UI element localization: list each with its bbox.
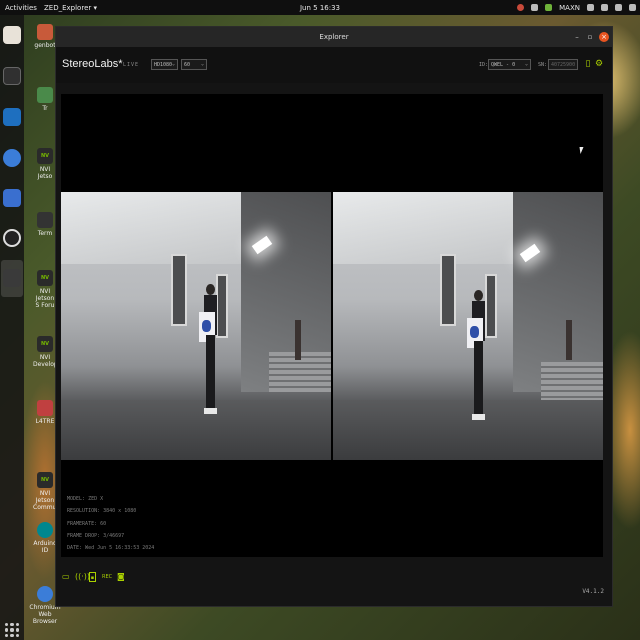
info-resolution: RESOLUTION: 3840 x 1080 — [67, 508, 137, 515]
desktop-icon[interactable]: genbot — [33, 24, 57, 49]
info-model: MODEL: ZED X — [67, 496, 104, 502]
maximize-button[interactable]: ▫ — [585, 32, 595, 42]
camera-info: MODEL: ZED X RESOLUTION: 3840 x 1080 FRA… — [67, 493, 154, 554]
record-indicator-icon[interactable] — [517, 4, 525, 11]
terminal-icon[interactable] — [3, 67, 21, 85]
obs-icon[interactable] — [3, 229, 21, 247]
nvidia-icon: NV — [37, 270, 53, 286]
power-mode-label[interactable]: MAXN — [559, 4, 580, 12]
trash-icon — [37, 87, 53, 103]
stereolabs-logo: StereoLabs* — [62, 58, 123, 70]
power-icon[interactable] — [629, 4, 636, 11]
desktop-icon[interactable]: Tr — [33, 87, 57, 112]
app-menu[interactable]: ZED_Explorer ▾ — [44, 4, 97, 12]
version-label: V4.1.2 — [582, 588, 604, 595]
sn-label: SN: — [538, 62, 548, 68]
left-camera-image — [61, 192, 331, 460]
desktop-icon[interactable]: NV NVI Jetson S Foru — [33, 270, 57, 309]
chevron-down-icon: ⌄ — [524, 61, 528, 67]
show-apps-icon[interactable] — [5, 623, 19, 637]
id-label: ID: — [479, 62, 489, 68]
desktop-icon[interactable]: NV NVI Jetson Commun — [33, 472, 60, 511]
file-icon[interactable]: ▭ — [62, 572, 70, 582]
desktop-icon[interactable]: Term — [33, 212, 57, 237]
vscode-icon[interactable] — [3, 108, 21, 126]
top-bar: Activities ZED_Explorer ▾ Jun 5 16:33 MA… — [0, 0, 640, 15]
mouse-cursor — [579, 147, 585, 154]
minimize-button[interactable]: – — [572, 32, 582, 42]
chromium-icon[interactable] — [3, 149, 21, 167]
sd-record-icon[interactable]: ▪ — [89, 572, 96, 582]
nvidia-icon: NV — [37, 472, 53, 488]
network-icon[interactable] — [587, 4, 594, 11]
desktop-icon[interactable]: NV NVI Jetso — [33, 148, 57, 180]
desktop-icon[interactable]: L4TRE — [33, 400, 57, 425]
chevron-down-icon: ⌄ — [171, 61, 175, 67]
camera-id-select[interactable]: QWEL - 0 ⌄ — [488, 59, 531, 70]
dock — [0, 15, 24, 640]
nvidia-icon: NV — [37, 148, 53, 164]
nvidia-icon[interactable] — [545, 4, 553, 11]
window-titlebar[interactable]: Explorer – ▫ × — [56, 27, 612, 47]
broadcast-icon[interactable]: ((·)) — [75, 572, 90, 582]
volume-icon[interactable] — [615, 4, 622, 11]
system-tray[interactable]: MAXN — [517, 4, 636, 12]
app-toolbar: StereoLabs* LIVE HD1080 ⌄ 60 ⌄ ID: QWEL - … — [56, 47, 612, 83]
bottom-toolbar: ▭ ((·)) ▪ REC ◙ V4.1.2 — [56, 557, 612, 606]
info-framerate: FRAMERATE: 60 — [67, 520, 107, 527]
desktop-icon[interactable]: NV NVI Develop — [33, 336, 58, 368]
rec-button[interactable]: REC — [102, 572, 112, 582]
window-title: Explorer — [319, 33, 349, 41]
info-date: DATE: Wed Jun 5 16:33:53 2024 — [67, 545, 155, 552]
gear-icon[interactable] — [531, 4, 539, 11]
bluetooth-icon[interactable] — [601, 4, 608, 11]
home-folder-icon — [37, 24, 53, 40]
zed-explorer-icon[interactable] — [3, 269, 21, 287]
files-icon[interactable] — [3, 26, 21, 44]
info-frame-drop: FRAME DROP: 3/46697 — [67, 532, 125, 539]
fps-select[interactable]: 60 ⌄ — [181, 59, 207, 70]
screenshot-icon[interactable] — [3, 189, 21, 207]
serial-number-field: 40725900 — [548, 59, 578, 70]
explorer-window: Explorer – ▫ × StereoLabs* LIVE HD1080 ⌄ … — [55, 26, 613, 607]
stereo-viewer[interactable]: MODEL: ZED X RESOLUTION: 3840 x 1080 FRA… — [61, 94, 603, 558]
arduino-icon — [37, 522, 53, 538]
document-icon — [37, 400, 53, 416]
resolution-select[interactable]: HD1080 ⌄ — [151, 59, 178, 70]
chromium-icon — [37, 586, 53, 602]
settings-icon[interactable]: ⚙ — [594, 59, 604, 70]
right-camera-image — [333, 192, 603, 460]
desktop-icon[interactable]: Arduino ID — [33, 522, 57, 554]
terminal-icon — [37, 212, 53, 228]
live-label: LIVE — [123, 62, 140, 68]
activities-button[interactable]: Activities — [5, 4, 37, 12]
nvidia-icon: NV — [37, 336, 53, 352]
chevron-down-icon: ⌄ — [200, 61, 204, 67]
clock[interactable]: Jun 5 16:33 — [300, 4, 340, 12]
close-button[interactable]: × — [599, 32, 609, 42]
display-icon[interactable]: ▯ — [583, 59, 593, 70]
camera-icon[interactable]: ◙ — [117, 572, 125, 582]
